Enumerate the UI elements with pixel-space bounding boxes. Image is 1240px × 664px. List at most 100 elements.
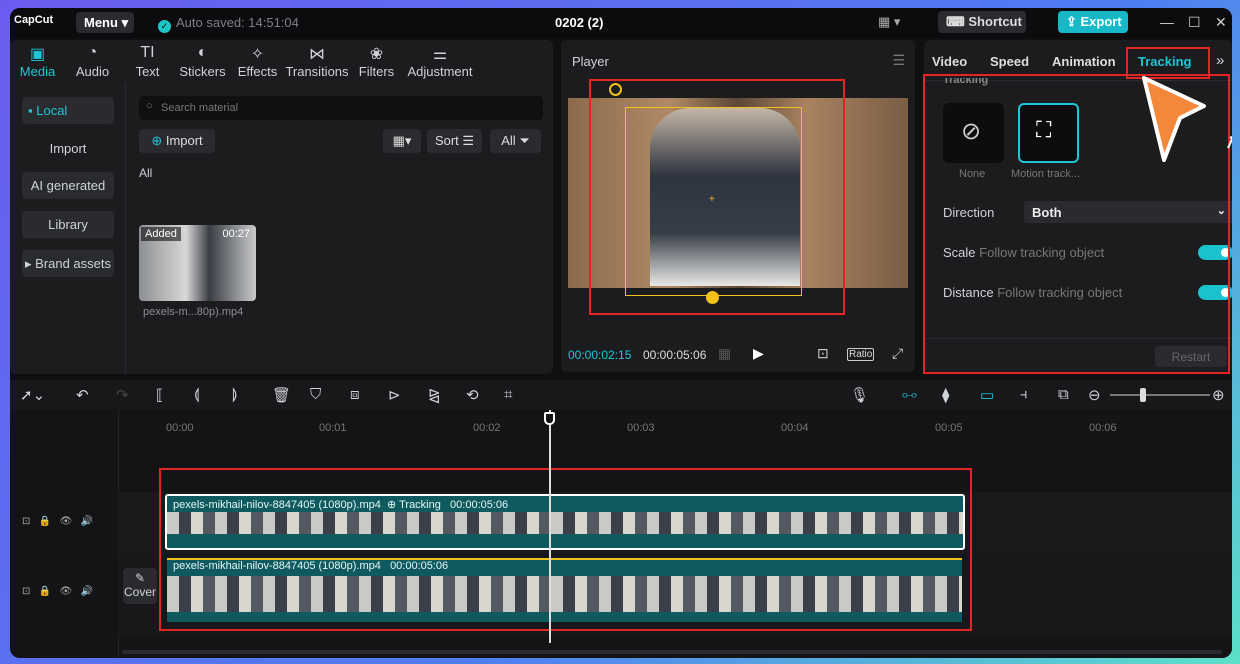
- mirror-icon[interactable]: ⧎: [428, 386, 441, 404]
- timeline-scrollbar[interactable]: [122, 650, 1222, 654]
- ratio-button[interactable]: Ratio: [847, 348, 875, 361]
- snap-icon[interactable]: ▭: [980, 386, 994, 404]
- split-track-icon[interactable]: ⫞: [1020, 386, 1028, 403]
- timeline: 00:00 00:01 00:02 00:03 00:04 00:05 00:0…: [10, 410, 1232, 658]
- tick-5: 00:05: [935, 422, 963, 434]
- track2-controls[interactable]: ⊡ 🔒 👁 🔊: [22, 586, 93, 597]
- magnet-icon[interactable]: ⧟: [902, 386, 917, 403]
- timeline-toolbar: ➚⌄ ↶ ↷ ⟦ ⟬ ⟭ 🗑 ⛉ ⧈ ⊳ ⧎ ⟲ ⌗ 🎙 ⧟ ⧫ ▭ ⫞ ⧉ ⊖…: [10, 380, 1232, 410]
- fullscreen-preview-icon[interactable]: ⊡: [817, 345, 829, 362]
- tab-animation[interactable]: Animation: [1052, 54, 1116, 69]
- media-icon: ▣: [29, 46, 46, 63]
- duration-label: 00:27: [222, 228, 250, 240]
- autosave-status: ✓ Auto saved: 14:51:04: [158, 15, 299, 33]
- layout-icon[interactable]: ▦ ▾: [878, 14, 900, 30]
- keyboard-icon: ⌨: [946, 14, 969, 29]
- app-logo: CapCut: [14, 14, 54, 26]
- expand-icon[interactable]: ⤢: [892, 345, 903, 362]
- media-tabs: ▣ Media ◔ Audio TI Text ◐ Stickers ✧ Effects …: [10, 40, 553, 83]
- sidebar-item-brand-assets[interactable]: ▸ Brand assets: [22, 250, 114, 277]
- filter-button[interactable]: All ⏷: [490, 129, 541, 153]
- tab-filters[interactable]: ❀ Filters: [349, 40, 404, 83]
- preview-icon[interactable]: ⧉: [1058, 386, 1069, 403]
- mask-icon[interactable]: ⛉: [310, 386, 321, 403]
- cover-button[interactable]: ✎ Cover: [123, 568, 157, 604]
- pointer-cursor-icon: [1142, 76, 1232, 162]
- tick-2: 00:02: [473, 422, 501, 434]
- total-time: 00:00:05:06: [643, 348, 707, 362]
- text-icon: TI: [140, 44, 155, 61]
- sidebar-item-ai-generated[interactable]: AI generated: [22, 172, 114, 199]
- added-badge: Added: [141, 227, 181, 241]
- tick-4: 00:04: [781, 422, 809, 434]
- stickers-icon: ◐: [197, 44, 208, 61]
- sidebar-item-local[interactable]: ▪ Local: [22, 97, 114, 124]
- tab-video[interactable]: Video: [932, 54, 967, 69]
- tab-adjustment[interactable]: ⚌ Adjustment: [404, 40, 476, 83]
- zoom-slider-handle[interactable]: [1140, 388, 1146, 402]
- zoom-slider[interactable]: [1110, 388, 1210, 402]
- zoom-out-icon[interactable]: ⊖: [1088, 386, 1101, 404]
- import-button[interactable]: ⊕ Import: [139, 129, 215, 153]
- sidebar-item-import[interactable]: Import: [22, 135, 114, 162]
- tab-text[interactable]: TI Text: [120, 40, 175, 83]
- undo-icon[interactable]: ↶: [76, 386, 89, 404]
- close-icon[interactable]: ✕: [1215, 14, 1227, 31]
- track1-controls[interactable]: ⊡ 🔒 👁 🔊: [22, 516, 93, 527]
- project-title: 0202 (2): [555, 15, 604, 30]
- tick-3: 00:03: [627, 422, 655, 434]
- playhead-handle[interactable]: [544, 412, 555, 425]
- split-left-icon[interactable]: ⟬: [194, 386, 200, 403]
- view-toggle[interactable]: ▦▾: [383, 129, 421, 153]
- player-title: Player: [572, 54, 609, 69]
- play-icon[interactable]: ▶: [753, 345, 764, 362]
- tick-1: 00:01: [319, 422, 347, 434]
- microphone-icon[interactable]: 🎙: [850, 386, 869, 404]
- check-icon: ✓: [158, 20, 171, 33]
- rotate-icon[interactable]: ⟲: [466, 386, 479, 404]
- media-panel: ▣ Media ◔ Audio TI Text ◐ Stickers ✧ Effects …: [10, 40, 553, 374]
- timeline-highlight: [159, 468, 972, 631]
- split-right-icon[interactable]: ⟭: [232, 386, 238, 403]
- delete-icon[interactable]: 🗑: [272, 386, 291, 404]
- more-tabs-icon[interactable]: »: [1216, 52, 1224, 69]
- maximize-icon[interactable]: ☐: [1188, 14, 1201, 31]
- minimize-icon[interactable]: —: [1160, 14, 1174, 30]
- sidebar-item-library[interactable]: Library: [22, 211, 114, 238]
- current-time: 00:00:02:15: [568, 348, 632, 362]
- zoom-in-icon[interactable]: ⊕: [1212, 386, 1225, 404]
- tab-stickers[interactable]: ◐ Stickers: [175, 40, 230, 83]
- capcut-window: CapCut Menu ▾ ✓ Auto saved: 14:51:04 0202…: [10, 8, 1232, 658]
- playhead[interactable]: [549, 410, 551, 643]
- select-tool-icon[interactable]: ➚⌄: [20, 386, 45, 404]
- media-sidebar: ▪ Local Import AI generated Library ▸ Br…: [10, 83, 126, 374]
- link-icon[interactable]: ⧫: [942, 386, 949, 404]
- export-button[interactable]: ⇪ Export: [1058, 11, 1128, 33]
- export-icon: ⇪: [1066, 14, 1081, 29]
- media-filename: pexels-m...80p).mp4: [143, 306, 244, 318]
- edit-icon: ✎: [134, 571, 146, 585]
- redo-icon[interactable]: ↷: [116, 386, 129, 404]
- shortcut-button[interactable]: ⌨ Shortcut: [938, 11, 1026, 33]
- timeline-grid-icon[interactable]: ▦: [718, 345, 731, 362]
- player-menu-icon[interactable]: ☰: [892, 52, 905, 69]
- tab-audio[interactable]: ◔ Audio: [65, 40, 120, 83]
- search-input[interactable]: ○ Search material: [139, 96, 543, 120]
- tab-speed[interactable]: Speed: [990, 54, 1029, 69]
- tab-effects[interactable]: ✧ Effects: [230, 40, 285, 83]
- grid-icon: ▦▾: [392, 133, 412, 148]
- menu-button[interactable]: Menu ▾: [76, 12, 134, 33]
- tab-transitions[interactable]: ⋈ Transitions: [285, 40, 349, 83]
- speed-icon[interactable]: ⊳: [388, 386, 401, 404]
- sort-icon: ☰: [462, 133, 475, 148]
- tab-media[interactable]: ▣ Media: [10, 40, 65, 83]
- split-icon[interactable]: ⟦: [156, 386, 163, 404]
- freeze-icon[interactable]: ⧈: [350, 386, 360, 403]
- audio-icon: ◔: [87, 44, 98, 61]
- sort-button[interactable]: Sort ☰: [427, 129, 482, 153]
- effects-icon: ✧: [250, 46, 265, 63]
- media-thumbnail[interactable]: Added 00:27: [139, 225, 256, 301]
- crop-icon[interactable]: ⌗: [504, 386, 512, 403]
- filters-icon: ❀: [369, 46, 384, 63]
- tick-6: 00:06: [1089, 422, 1117, 434]
